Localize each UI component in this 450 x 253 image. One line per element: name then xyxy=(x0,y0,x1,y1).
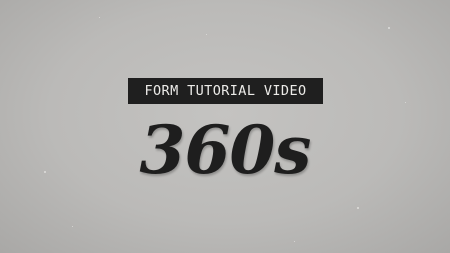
dust-speck xyxy=(72,226,73,227)
dust-speck xyxy=(388,27,390,29)
tutorial-label: FORM TUTORIAL VIDEO xyxy=(128,78,323,104)
dust-speck xyxy=(294,241,295,242)
main-title: 360s xyxy=(139,111,312,189)
dust-speck xyxy=(206,34,207,35)
dust-speck xyxy=(357,207,359,209)
dust-speck xyxy=(99,17,100,18)
dust-speck xyxy=(405,102,406,103)
tutorial-label-text: FORM TUTORIAL VIDEO xyxy=(144,83,307,99)
